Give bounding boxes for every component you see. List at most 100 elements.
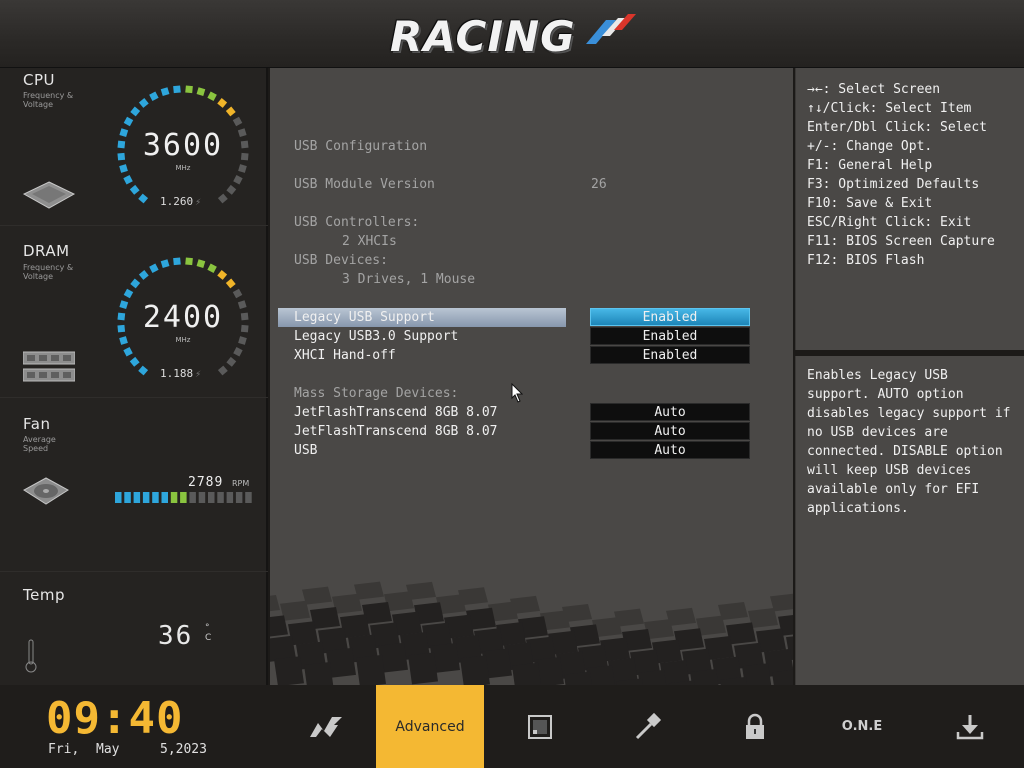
gauge-segment: [123, 347, 133, 357]
cpu-frequency-value: 3600: [142, 128, 224, 163]
logo-text: RACING: [390, 12, 576, 61]
mass-storage-device-3-option[interactable]: Auto: [590, 441, 750, 459]
checkered-flag-background: [270, 581, 793, 685]
fan-bar-segment: [180, 492, 187, 503]
nav-advanced-label: Advanced: [395, 718, 465, 735]
date-date: 5,2023: [160, 742, 207, 757]
legacy-usb-support-option[interactable]: Enabled: [590, 308, 750, 326]
item-description-panel: Enables Legacy USB support. AUTO option …: [795, 356, 1024, 685]
download-icon: [956, 714, 984, 739]
main-icon: [310, 716, 342, 737]
mass-storage-device-3-label[interactable]: USB: [294, 442, 317, 459]
fan-bar-segment: [152, 492, 159, 503]
clock-time: 09:40: [46, 693, 184, 744]
checker-tile: [356, 654, 386, 685]
gauge-segment: [123, 288, 134, 299]
mass-storage-device-1-label[interactable]: JetFlashTranscend 8GB 8.07: [294, 404, 498, 421]
help-key-select: Enter/Dbl Click: Select: [807, 120, 988, 135]
chip-icon: [528, 714, 552, 739]
fan-icon: [23, 477, 69, 505]
gauge-segment: [233, 347, 243, 357]
mass-storage-device-1-option[interactable]: Auto: [590, 403, 750, 421]
cpu-frequency-unit: MHz: [175, 164, 191, 172]
fan-subtitle-2: Speed: [23, 444, 49, 453]
legacy-usb3-support-label[interactable]: Legacy USB3.0 Support: [294, 328, 458, 345]
gauge-segment: [196, 259, 206, 269]
fan-bar-segment: [217, 492, 224, 503]
gauge-segment: [160, 259, 170, 269]
gauge-segment: [217, 270, 228, 280]
checker-tile: [460, 655, 490, 685]
temperature-unit: °C: [205, 623, 212, 643]
help-key-bios-flash: F12: BIOS Flash: [807, 253, 925, 268]
xhci-hand-off-option[interactable]: Enabled: [590, 346, 750, 364]
gauge-segment: [207, 263, 217, 273]
bolt-icon: ⚡: [195, 369, 202, 380]
dram-title: DRAM: [23, 242, 70, 260]
nav-security-tab[interactable]: [701, 685, 809, 768]
gauge-segment: [226, 184, 237, 195]
nav-exit-tab[interactable]: [916, 685, 1024, 768]
gauge-segment: [207, 91, 217, 101]
fan-bar-segment: [115, 492, 122, 503]
fan-bar-segment: [133, 492, 141, 503]
legacy-usb-support-label[interactable]: Legacy USB Support: [294, 309, 435, 326]
logo-flag-icon: [586, 14, 636, 44]
nav-tools-tab[interactable]: [594, 685, 702, 768]
fan-speed-bar: [115, 492, 252, 503]
mass-storage-device-2-option[interactable]: Auto: [590, 422, 750, 440]
gauge-segment: [130, 106, 141, 117]
checker-tile: [408, 652, 438, 685]
nav-one-tab[interactable]: O.N.E: [808, 685, 916, 768]
cpu-subtitle-2: Voltage: [23, 100, 54, 109]
gauge-segment: [196, 87, 206, 97]
fan-bar-segment: [142, 492, 150, 503]
fan-bar-segment: [161, 492, 168, 503]
cpu-chip-icon: [22, 181, 76, 209]
mouse-cursor-icon: [511, 383, 523, 403]
fan-bar-segment: [198, 492, 206, 503]
gauge-segment: [138, 98, 149, 108]
help-key-select-item: ↑↓/Click: Select Item: [807, 101, 972, 116]
nav-main-tab[interactable]: [272, 685, 380, 768]
header: RACING: [0, 0, 1024, 68]
gauge-segment: [185, 85, 193, 94]
gauge-segment: [173, 257, 181, 266]
gauge-segment: [217, 365, 228, 376]
gauge-segment: [217, 98, 228, 108]
dram-frequency-unit: MHz: [175, 336, 191, 344]
nav-advanced-tab[interactable]: Advanced: [376, 685, 484, 768]
help-key-save-exit: F10: Save & Exit: [807, 196, 933, 211]
gauge-segment: [225, 106, 236, 117]
fan-monitor: Fan Average Speed 2789 RPM: [0, 398, 268, 572]
gauge-segment: [232, 116, 243, 127]
dram-monitor: DRAM Frequency & Voltage 2400 MHz 1.188 ⚡: [0, 226, 268, 398]
usb-devices-label: USB Devices:: [294, 253, 388, 268]
temp-monitor: Temp 36 °C: [0, 572, 268, 685]
nav-chipset-tab[interactable]: [486, 685, 594, 768]
dram-gauge: 2400 MHz 1.188 ⚡: [108, 248, 258, 398]
mass-storage-device-2-label[interactable]: JetFlashTranscend 8GB 8.07: [294, 423, 498, 440]
usb-controllers-label: USB Controllers:: [294, 215, 420, 230]
legacy-usb3-support-option[interactable]: Enabled: [590, 327, 750, 345]
lock-icon: [746, 713, 764, 739]
bolt-icon: ⚡: [195, 197, 202, 208]
fan-bar-segment: [170, 492, 178, 503]
gauge-segment: [173, 85, 181, 94]
usb-devices-value: 3 Drives, 1 Mouse: [342, 272, 476, 287]
gauge-segment: [149, 91, 159, 101]
item-description-text: Enables Legacy USB support. AUTO option …: [807, 368, 1011, 516]
key-help-panel: →←: Select Screen ↑↓/Click: Select Item …: [795, 68, 1024, 350]
dram-voltage: 1.188 ⚡: [160, 367, 201, 380]
cpu-title: CPU: [23, 71, 55, 89]
gauge-segment: [138, 270, 149, 280]
gauge-segment: [226, 356, 237, 367]
xhci-hand-off-label[interactable]: XHCI Hand-off: [294, 347, 396, 364]
help-key-screen-capture: F11: BIOS Screen Capture: [807, 234, 995, 249]
nav-one-label: O.N.E: [841, 719, 883, 734]
help-key-select-screen: →←: Select Screen: [807, 82, 941, 97]
checker-tile: [274, 656, 304, 685]
fan-bar-segment: [124, 492, 131, 503]
gauge-segment: [217, 193, 228, 204]
fan-subtitle-1: Average: [23, 435, 56, 444]
